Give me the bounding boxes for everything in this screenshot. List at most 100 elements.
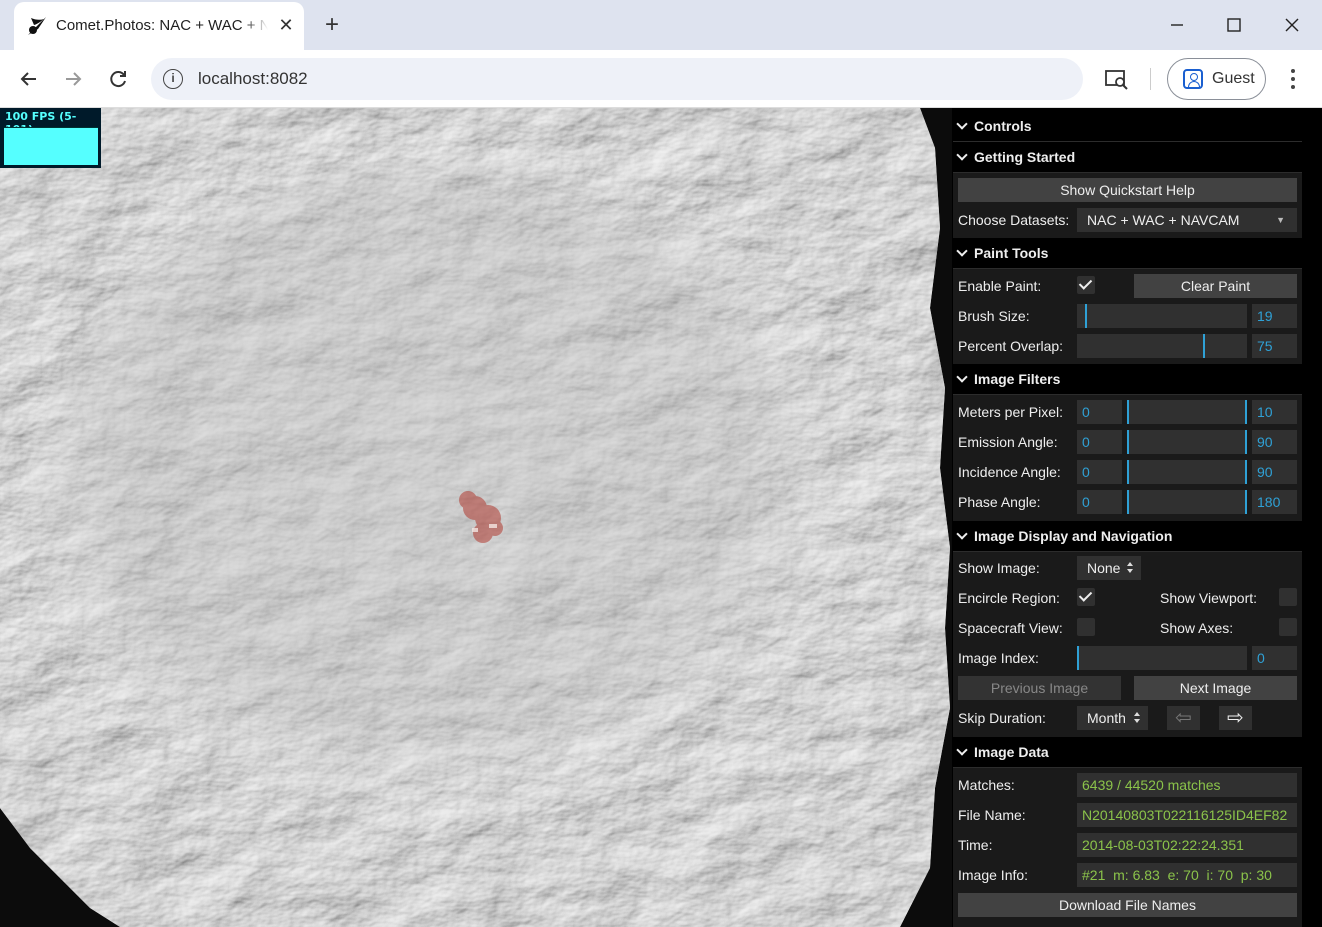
comet-surface-render[interactable] xyxy=(0,108,952,927)
fps-graph xyxy=(4,127,98,165)
image-filters-title: Image Filters xyxy=(974,371,1061,387)
image-data-header[interactable]: Image Data xyxy=(953,737,1302,768)
filter-range-slider[interactable] xyxy=(1127,400,1247,424)
paint-tools-title: Paint Tools xyxy=(974,245,1049,261)
controls-body: Controls Getting Started Show Quickstart… xyxy=(953,111,1302,927)
encircle-region-checkbox[interactable] xyxy=(1077,588,1095,606)
skip-duration-value: Month xyxy=(1087,710,1126,726)
range-min-handle[interactable] xyxy=(1127,400,1129,424)
search-tab-icon[interactable] xyxy=(1104,66,1130,92)
spacecraft-view-label: Spacecraft View: xyxy=(958,620,1063,636)
chevron-down-icon xyxy=(956,528,968,540)
minimize-icon[interactable] xyxy=(1160,10,1194,40)
brush-size-slider[interactable] xyxy=(1077,304,1247,328)
previous-image-button[interactable]: Previous Image xyxy=(958,676,1121,700)
download-file-names-button[interactable]: Download File Names xyxy=(958,893,1297,917)
getting-started-header[interactable]: Getting Started xyxy=(953,142,1302,173)
forward-arrow-icon[interactable] xyxy=(58,64,88,94)
image-data-title: Image Data xyxy=(974,744,1049,760)
filter-label: Meters per Pixel: xyxy=(958,404,1064,420)
panel-scrollbar[interactable] xyxy=(1303,108,1322,927)
filter-label: Incidence Angle: xyxy=(958,464,1061,480)
fps-meter: 100 FPS (5-101) xyxy=(0,108,101,168)
slider-handle[interactable] xyxy=(1085,304,1087,328)
filter-range-slider[interactable] xyxy=(1127,490,1247,514)
filter-min-input[interactable]: 0 xyxy=(1077,400,1122,424)
percent-overlap-label: Percent Overlap: xyxy=(958,338,1064,354)
show-viewport-label: Show Viewport: xyxy=(1160,590,1258,606)
range-min-handle[interactable] xyxy=(1127,430,1129,454)
show-axes-checkbox[interactable] xyxy=(1279,618,1297,636)
skip-duration-label: Skip Duration: xyxy=(958,710,1046,726)
browser-tab[interactable]: Comet.Photos: NAC + WAC + NAVCAM ✕ xyxy=(14,2,304,50)
percent-overlap-input[interactable]: 75 xyxy=(1252,334,1297,358)
range-max-handle[interactable] xyxy=(1245,490,1247,514)
image-filters-header[interactable]: Image Filters xyxy=(953,364,1302,395)
range-min-handle[interactable] xyxy=(1127,460,1129,484)
file-name-label: File Name: xyxy=(958,807,1026,823)
percent-overlap-slider[interactable] xyxy=(1077,334,1247,358)
display-nav-title: Image Display and Navigation xyxy=(974,528,1173,544)
paint-tools-header[interactable]: Paint Tools xyxy=(953,238,1302,269)
file-name-value: N20140803T022116125ID4EF82 xyxy=(1077,803,1297,827)
maximize-icon[interactable] xyxy=(1217,10,1251,40)
browser-tab-bar: Comet.Photos: NAC + WAC + NAVCAM ✕ + xyxy=(0,0,1322,50)
range-min-handle[interactable] xyxy=(1127,490,1129,514)
profile-label: Guest xyxy=(1212,70,1255,87)
datasets-value: NAC + WAC + NAVCAM xyxy=(1087,212,1240,228)
brush-size-input[interactable]: 19 xyxy=(1252,304,1297,328)
enable-paint-label: Enable Paint: xyxy=(958,278,1042,294)
matches-value: 6439 / 44520 matches xyxy=(1077,773,1297,797)
chevron-down-icon xyxy=(956,744,968,756)
filter-max-input[interactable]: 10 xyxy=(1252,400,1297,424)
image-index-label: Image Index: xyxy=(958,650,1039,666)
matches-label: Matches: xyxy=(958,777,1015,793)
clear-paint-button[interactable]: Clear Paint xyxy=(1134,274,1297,298)
image-index-slider[interactable] xyxy=(1077,646,1247,670)
back-arrow-icon[interactable] xyxy=(14,64,44,94)
range-max-handle[interactable] xyxy=(1245,400,1247,424)
close-tab-icon[interactable]: ✕ xyxy=(276,15,296,35)
show-image-select[interactable]: None xyxy=(1077,556,1141,580)
filter-min-input[interactable]: 0 xyxy=(1077,460,1122,484)
range-max-handle[interactable] xyxy=(1245,430,1247,454)
filter-range-slider[interactable] xyxy=(1127,460,1247,484)
new-tab-button[interactable]: + xyxy=(318,12,346,40)
dropdown-arrow-icon: ▼ xyxy=(1276,215,1285,225)
site-info-icon[interactable]: i xyxy=(163,69,183,89)
next-image-button[interactable]: Next Image xyxy=(1134,676,1297,700)
reload-icon[interactable] xyxy=(103,64,133,94)
controls-header[interactable]: Controls xyxy=(953,111,1302,142)
close-window-icon[interactable] xyxy=(1275,10,1309,40)
comet-3d-viewport[interactable]: 100 FPS (5-101) xyxy=(0,108,952,927)
display-nav-header[interactable]: Image Display and Navigation xyxy=(953,521,1302,552)
datasets-select[interactable]: NAC + WAC + NAVCAM ▼ xyxy=(1077,208,1297,232)
chevron-down-icon xyxy=(956,149,968,161)
browser-toolbar: i localhost:8082 Guest xyxy=(0,50,1322,108)
image-index-input[interactable]: 0 xyxy=(1252,646,1297,670)
skip-duration-select[interactable]: Month xyxy=(1077,706,1148,730)
image-info-label: Image Info: xyxy=(958,867,1029,883)
updown-arrow-icon xyxy=(1127,562,1133,574)
skip-back-arrow-icon[interactable]: ⇦ xyxy=(1167,706,1200,730)
slider-handle[interactable] xyxy=(1077,646,1079,670)
comet-favicon-icon xyxy=(28,17,46,35)
spacecraft-view-checkbox[interactable] xyxy=(1077,618,1095,636)
address-url[interactable]: localhost:8082 xyxy=(198,69,308,89)
getting-started-title: Getting Started xyxy=(974,149,1076,165)
browser-menu-icon[interactable] xyxy=(1283,64,1303,94)
profile-button[interactable]: Guest xyxy=(1167,58,1266,100)
enable-paint-checkbox[interactable] xyxy=(1077,276,1095,294)
show-viewport-checkbox[interactable] xyxy=(1279,588,1297,606)
filter-max-input[interactable]: 90 xyxy=(1252,430,1297,454)
address-bar[interactable]: i localhost:8082 xyxy=(151,58,1083,100)
slider-handle[interactable] xyxy=(1203,334,1205,358)
filter-range-slider[interactable] xyxy=(1127,430,1247,454)
filter-min-input[interactable]: 0 xyxy=(1077,490,1122,514)
skip-forward-arrow-icon[interactable]: ⇨ xyxy=(1219,706,1252,730)
filter-min-input[interactable]: 0 xyxy=(1077,430,1122,454)
quickstart-help-button[interactable]: Show Quickstart Help xyxy=(958,178,1297,202)
range-max-handle[interactable] xyxy=(1245,460,1247,484)
filter-max-input[interactable]: 180 xyxy=(1252,490,1297,514)
filter-max-input[interactable]: 90 xyxy=(1252,460,1297,484)
